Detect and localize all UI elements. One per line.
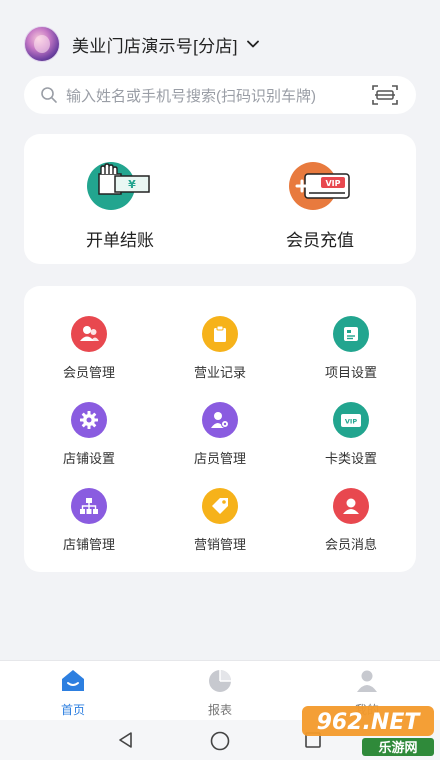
home-circle-icon[interactable] <box>209 730 231 752</box>
pie-chart-icon <box>209 670 231 692</box>
project-settings-icon <box>333 316 369 352</box>
function-grid-card: 会员管理 营业记录 项目设置 店铺设置 店员管理 VIP 卡类设置 店铺管理 营… <box>24 286 416 572</box>
svg-text:¥: ¥ <box>128 178 136 191</box>
search-bar[interactable]: 输入姓名或手机号搜索(扫码识别车牌) <box>24 76 416 114</box>
scan-plate-icon[interactable] <box>372 84 398 106</box>
grid-label: 会员消息 <box>324 537 377 552</box>
grid-item-store-settings[interactable]: 店铺设置 <box>34 402 144 467</box>
svg-text:乐游网: 乐游网 <box>378 740 417 756</box>
grid-item-member-management[interactable]: 会员管理 <box>34 316 144 381</box>
grid-item-business-records[interactable]: 营业记录 <box>165 316 275 381</box>
grid-item-card-settings[interactable]: VIP 卡类设置 <box>296 402 406 467</box>
grid-label: 营销管理 <box>193 537 246 552</box>
grid-label: 项目设置 <box>324 365 377 380</box>
quick-actions-card: ¥ 开单结账 VIP 会员充值 <box>24 134 416 264</box>
grid-label: 营业记录 <box>193 365 246 380</box>
member-message-icon <box>333 488 369 524</box>
org-chart-icon <box>71 488 107 524</box>
member-recharge-label: 会员充值 <box>286 231 354 250</box>
search-icon <box>41 87 57 103</box>
tab-home[interactable]: 首页 <box>33 667 113 718</box>
store-name[interactable]: 美业门店演示号[分店] <box>72 32 238 57</box>
chevron-down-icon[interactable] <box>246 37 260 51</box>
grid-label: 会员管理 <box>62 365 115 380</box>
site-watermark-logo: 962.NET 乐游网 <box>302 706 434 756</box>
user-icon <box>357 670 377 692</box>
vip-card-recharge-icon: VIP <box>289 162 350 210</box>
gear-icon <box>71 402 107 438</box>
grid-label: 店员管理 <box>193 451 246 466</box>
store-avatar[interactable] <box>24 26 60 62</box>
staff-gear-icon <box>202 402 238 438</box>
back-icon[interactable] <box>116 730 136 750</box>
svg-text:962.NET: 962.NET <box>317 710 422 735</box>
tab-label: 首页 <box>60 703 85 717</box>
checkout-label: 开单结账 <box>86 231 154 250</box>
checkout-button[interactable]: ¥ 开单结账 <box>60 156 180 251</box>
store-header[interactable]: 美业门店演示号[分店] <box>24 26 260 62</box>
search-input[interactable]: 输入姓名或手机号搜索(扫码识别车牌) <box>66 85 372 106</box>
grid-item-marketing-management[interactable]: 营销管理 <box>165 488 275 553</box>
grid-label: 店铺设置 <box>62 451 115 466</box>
grid-label: 店铺管理 <box>62 537 115 552</box>
svg-text:VIP: VIP <box>325 179 340 188</box>
home-icon <box>62 670 84 691</box>
cash-hand-icon: ¥ <box>87 162 150 210</box>
grid-item-member-messages[interactable]: 会员消息 <box>296 488 406 553</box>
tag-icon <box>202 488 238 524</box>
svg-text:VIP: VIP <box>345 418 357 426</box>
grid-item-staff-management[interactable]: 店员管理 <box>165 402 275 467</box>
grid-label: 卡类设置 <box>324 451 377 466</box>
tab-reports[interactable]: 报表 <box>180 667 260 718</box>
grid-item-project-settings[interactable]: 项目设置 <box>296 316 406 381</box>
members-icon <box>71 316 107 352</box>
vip-card-icon: VIP <box>333 402 369 438</box>
tab-label: 报表 <box>207 703 232 717</box>
clipboard-icon <box>202 316 238 352</box>
member-recharge-button[interactable]: VIP 会员充值 <box>260 156 380 251</box>
grid-item-store-management[interactable]: 店铺管理 <box>34 488 144 553</box>
